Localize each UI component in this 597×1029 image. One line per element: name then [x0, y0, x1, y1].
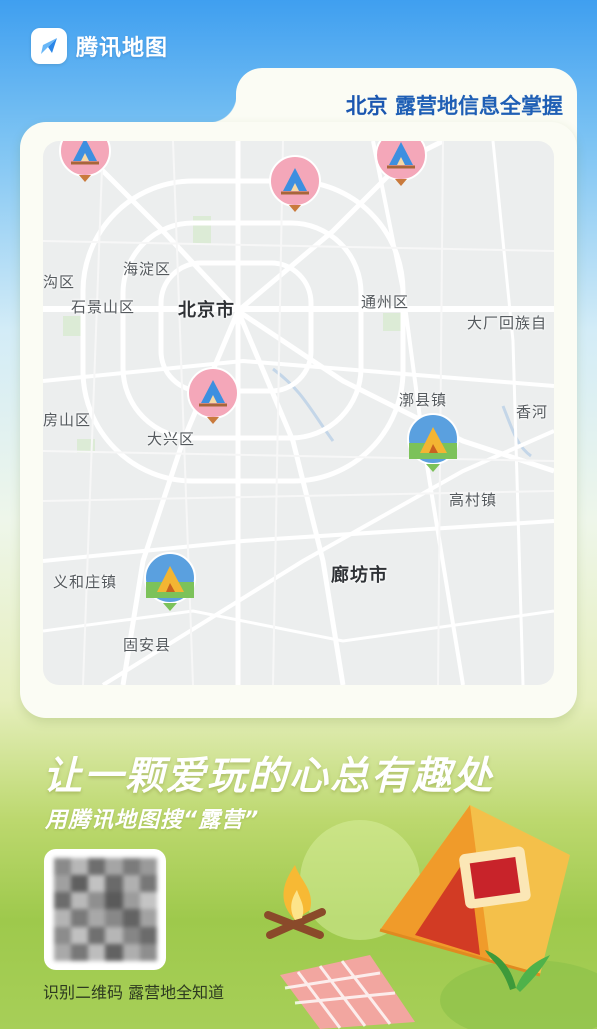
promo-sub: 用腾讯地图搜“露营” — [45, 808, 260, 833]
camp-yellow-tent-pin-icon[interactable] — [407, 413, 459, 477]
camp-tent-pin-icon[interactable] — [187, 367, 239, 429]
qr-code-pattern — [54, 858, 157, 961]
qr-code-icon[interactable] — [44, 849, 166, 970]
map-roads — [43, 141, 554, 685]
camp-tent-pin-icon[interactable] — [375, 141, 427, 191]
brand-name: 腾讯地图 — [76, 36, 169, 61]
camp-tent-pin-icon[interactable] — [269, 155, 321, 217]
camping-illustration — [264, 805, 597, 1029]
map-label-langfang: 廊坊市 — [331, 565, 388, 586]
map-label-gaocun: 高村镇 — [449, 491, 498, 509]
camp-tent-pin-icon[interactable] — [59, 141, 111, 187]
map-label-haidian: 海淀区 — [123, 260, 172, 278]
headline: 北京 露营地信息全掌握 — [346, 90, 563, 120]
map-label-taixian: 漷县镇 — [399, 391, 448, 409]
tencent-map-logo-icon — [31, 28, 67, 64]
headline-text: 露营地信息全掌握 — [387, 94, 563, 118]
map-label-mentougou: 沟区 — [43, 273, 76, 291]
map-label-dachang: 大厂回族自 — [467, 314, 548, 332]
map-label-guan: 固安县 — [123, 636, 172, 654]
card-tab-curve — [209, 95, 237, 123]
map-label-beijing: 北京市 — [178, 300, 235, 321]
map-label-yihezhuang: 义和庄镇 — [53, 573, 118, 591]
headline-city: 北京 — [345, 94, 388, 118]
map-label-shijingshan: 石景山区 — [71, 298, 136, 316]
qr-caption: 识别二维码 露营地全知道 — [43, 983, 225, 1002]
map-label-fangshan: 房山区 — [43, 411, 92, 429]
app-logo: 腾讯地图 — [31, 28, 168, 64]
map-label-xianghe: 香河 — [516, 403, 549, 421]
map-label-tongzhou: 通州区 — [361, 293, 410, 311]
campsite-map[interactable]: 沟区 海淀区 石景山区 北京市 通州区 大厂回族自 房山区 大兴区 漷县镇 香河… — [43, 141, 554, 685]
map-label-daxing: 大兴区 — [147, 430, 196, 448]
camp-yellow-tent-pin-icon[interactable] — [144, 552, 196, 616]
